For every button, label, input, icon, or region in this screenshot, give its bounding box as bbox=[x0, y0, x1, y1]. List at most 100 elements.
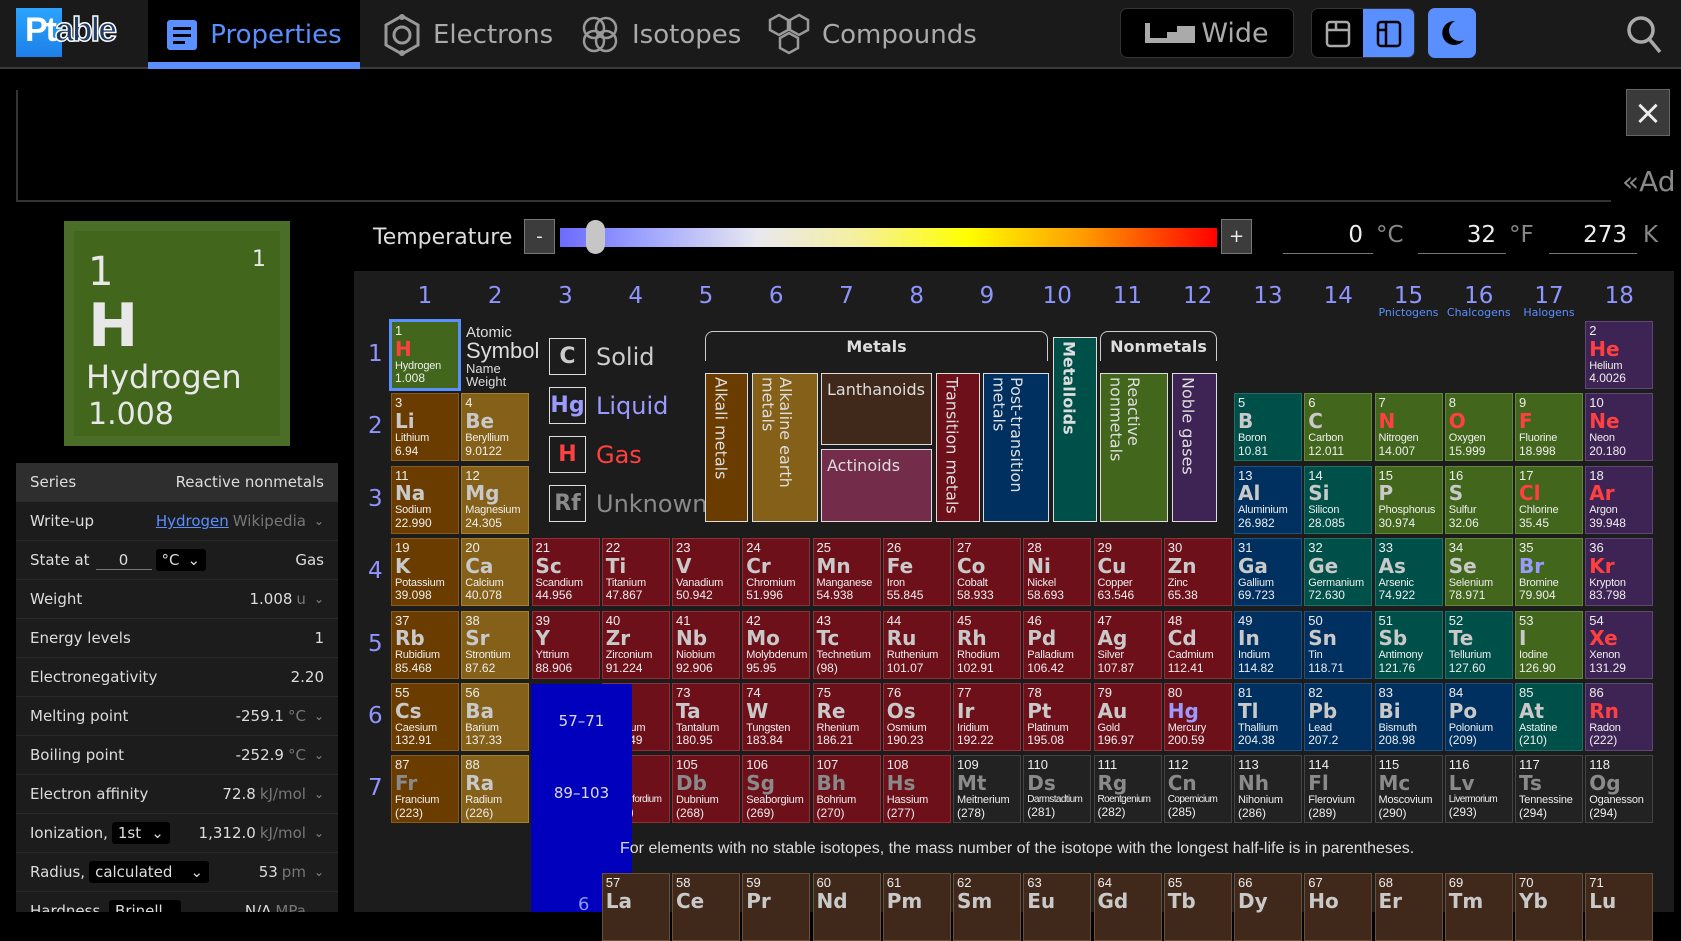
element-cell-re[interactable]: 75 Re Rhenium 186.21 bbox=[812, 683, 881, 751]
period-label[interactable]: 5 bbox=[368, 631, 383, 657]
element-cell-ta[interactable]: 73 Ta Tantalum 180.95 bbox=[672, 683, 740, 751]
state-unit-select[interactable]: °C ⌄ bbox=[155, 549, 207, 571]
writeup-link[interactable]: Hydrogen bbox=[156, 512, 229, 530]
element-cell-he[interactable]: 2 He Helium 4.0026 bbox=[1585, 321, 1654, 389]
group-header[interactable]: 10 bbox=[1022, 283, 1092, 309]
element-cell-bh[interactable]: 107 Bh Bohrium (270) bbox=[812, 755, 881, 824]
chevron-down-icon[interactable]: ⌄ bbox=[314, 865, 324, 879]
element-cell-sg[interactable]: 106 Sg Seaborgium (269) bbox=[742, 755, 811, 824]
element-cell-pt[interactable]: 78 Pt Platinum 195.08 bbox=[1023, 683, 1092, 751]
group-header[interactable]: 1 bbox=[390, 283, 460, 309]
group-header[interactable]: 11 bbox=[1093, 283, 1163, 309]
category-transition-metals[interactable]: Transition metals bbox=[936, 373, 980, 522]
category-post-transition[interactable]: Post-transition metals bbox=[983, 373, 1049, 522]
period-label[interactable]: 4 bbox=[368, 558, 383, 584]
element-cell-au[interactable]: 79 Au Gold 196.97 bbox=[1093, 683, 1162, 751]
element-cell-rh[interactable]: 45 Rh Rhodium 102.91 bbox=[953, 610, 1021, 679]
tab-compounds[interactable]: Compounds bbox=[768, 0, 977, 69]
element-cell-br[interactable]: 35 Br Bromine 79.904 bbox=[1515, 538, 1583, 607]
element-cell-at[interactable]: 85 At Astatine (210) bbox=[1515, 683, 1583, 751]
element-cell-cn[interactable]: 112 Cn Copernicium (285) bbox=[1163, 755, 1232, 824]
element-cell-c[interactable]: 6 C Carbon 12.011 bbox=[1304, 393, 1373, 462]
period-label[interactable]: 6 bbox=[368, 703, 383, 729]
chevron-down-icon[interactable]: ⌄ bbox=[314, 514, 324, 528]
group-header[interactable]: 7 bbox=[812, 283, 882, 309]
element-cell-v[interactable]: 23 V Vanadium 50.942 bbox=[672, 538, 740, 607]
element-cell-h[interactable]: 1 H Hydrogen 1.008 bbox=[389, 319, 461, 391]
ptable-logo[interactable]: Ptable bbox=[16, 8, 130, 57]
group-family-name[interactable]: Halogens bbox=[1514, 306, 1584, 319]
element-cell-ce[interactable]: 58 Ce bbox=[672, 873, 740, 941]
element-cell-o[interactable]: 8 O Oxygen 15.999 bbox=[1444, 393, 1513, 462]
element-cell-kr[interactable]: 36 Kr Krypton 83.798 bbox=[1585, 538, 1654, 607]
chevron-down-icon[interactable]: ⌄ bbox=[314, 904, 324, 912]
element-cell-ru[interactable]: 44 Ru Ruthenium 101.07 bbox=[882, 610, 951, 679]
element-cell-b[interactable]: 5 B Boron 10.81 bbox=[1234, 393, 1302, 462]
element-cell-s[interactable]: 16 S Sulfur 32.06 bbox=[1444, 465, 1513, 534]
element-cell-pm[interactable]: 61 Pm bbox=[882, 873, 951, 941]
layout-sidebar-button[interactable] bbox=[1363, 9, 1414, 57]
element-cell-na[interactable]: 11 Na Sodium 22.990 bbox=[391, 465, 459, 534]
element-cell-og[interactable]: 118 Og Oganesson (294) bbox=[1585, 755, 1654, 824]
element-cell-cu[interactable]: 29 Cu Copper 63.546 bbox=[1093, 538, 1162, 607]
group-header[interactable]: 3 bbox=[531, 283, 601, 309]
temperature-slider-handle[interactable] bbox=[586, 220, 606, 254]
element-cell-se[interactable]: 34 Se Selenium 78.971 bbox=[1444, 538, 1513, 607]
element-cell-zn[interactable]: 30 Zn Zinc 65.38 bbox=[1163, 538, 1232, 607]
element-cell-tc[interactable]: 43 Tc Technetium (98) bbox=[812, 610, 881, 679]
group-header[interactable]: 14 bbox=[1303, 283, 1373, 309]
group-header[interactable]: 12 bbox=[1163, 283, 1233, 309]
element-cell-ar[interactable]: 18 Ar Argon 39.948 bbox=[1585, 465, 1654, 534]
group-family-name[interactable]: Pnictogens bbox=[1374, 306, 1444, 319]
state-legend-liquid[interactable]: Hg Liquid bbox=[549, 387, 668, 424]
writeup-source[interactable]: Wikipedia bbox=[233, 512, 306, 530]
element-cell-ir[interactable]: 77 Ir Iridium 192.22 bbox=[953, 683, 1021, 751]
chevron-down-icon[interactable]: ⌄ bbox=[314, 826, 324, 840]
chevron-down-icon[interactable]: ⌄ bbox=[314, 748, 324, 762]
element-cell-ne[interactable]: 10 Ne Neon 20.180 bbox=[1585, 393, 1654, 462]
element-cell-sr[interactable]: 38 Sr Strontium 87.62 bbox=[461, 610, 530, 679]
category-reactive-nonmetals[interactable]: Reactive nonmetals bbox=[1100, 373, 1168, 522]
metals-header[interactable]: Metals bbox=[705, 331, 1048, 361]
element-cell-k[interactable]: 19 K Potassium 39.098 bbox=[391, 538, 459, 607]
group-header[interactable]: 4 bbox=[601, 283, 671, 309]
element-cell-ca[interactable]: 20 Ca Calcium 40.078 bbox=[461, 538, 530, 607]
wide-layout-button[interactable]: Wide bbox=[1120, 8, 1294, 58]
element-cell-tm[interactable]: 69 Tm bbox=[1444, 873, 1513, 941]
element-cell-hg[interactable]: 80 Hg Mercury 200.59 bbox=[1163, 683, 1232, 751]
group-header[interactable]: 8 bbox=[882, 283, 952, 309]
element-cell-nh[interactable]: 113 Nh Nihonium (286) bbox=[1234, 755, 1302, 824]
element-cell-dy[interactable]: 66 Dy bbox=[1234, 873, 1302, 941]
group-header[interactable]: 6 bbox=[741, 283, 811, 309]
element-cell-ds[interactable]: 110 Ds Darmstadtium (281) bbox=[1023, 755, 1092, 824]
element-cell-li[interactable]: 3 Li Lithium 6.94 bbox=[391, 393, 459, 462]
period-label[interactable]: 3 bbox=[368, 486, 383, 512]
element-cell-rb[interactable]: 37 Rb Rubidium 85.468 bbox=[391, 610, 459, 679]
element-cell-mg[interactable]: 12 Mg Magnesium 24.305 bbox=[461, 465, 530, 534]
tab-properties[interactable]: Properties bbox=[148, 0, 360, 69]
category-metalloids[interactable]: Metalloids bbox=[1053, 337, 1097, 522]
element-cell-fe[interactable]: 26 Fe Iron 55.845 bbox=[882, 538, 951, 607]
element-cell-ge[interactable]: 32 Ge Germanium 72.630 bbox=[1304, 538, 1373, 607]
element-cell-lv[interactable]: 116 Lv Livermorium (293) bbox=[1444, 755, 1513, 824]
element-cell-as[interactable]: 33 As Arsenic 74.922 bbox=[1374, 538, 1443, 607]
element-cell-p[interactable]: 15 P Phosphorus 30.974 bbox=[1374, 465, 1443, 534]
element-cell-ni[interactable]: 28 Ni Nickel 58.693 bbox=[1023, 538, 1092, 607]
element-cell-mt[interactable]: 109 Mt Meitnerium (278) bbox=[953, 755, 1021, 824]
ad-close-button[interactable]: × bbox=[1626, 89, 1670, 136]
element-cell-i[interactable]: 53 I Iodine 126.90 bbox=[1515, 610, 1583, 679]
element-cell-lu[interactable]: 71 Lu bbox=[1585, 873, 1654, 941]
element-cell-ho[interactable]: 67 Ho bbox=[1304, 873, 1373, 941]
element-cell-gd[interactable]: 64 Gd bbox=[1093, 873, 1162, 941]
group-header[interactable]: 13 bbox=[1233, 283, 1303, 309]
element-cell-bi[interactable]: 83 Bi Bismuth 208.98 bbox=[1374, 683, 1443, 751]
state-legend-gas[interactable]: H Gas bbox=[549, 436, 642, 473]
group-header[interactable]: 2 bbox=[460, 283, 530, 309]
element-cell-cd[interactable]: 48 Cd Cadmium 112.41 bbox=[1163, 610, 1232, 679]
element-cell-rg[interactable]: 111 Rg Roentgenium (282) bbox=[1093, 755, 1162, 824]
element-cell-ts[interactable]: 117 Ts Tennessine (294) bbox=[1515, 755, 1583, 824]
temperature-increase-button[interactable]: + bbox=[1221, 219, 1252, 254]
category-lanthanoids[interactable]: Lanthanoids bbox=[821, 373, 932, 445]
element-cell-w[interactable]: 74 W Tungsten 183.84 bbox=[742, 683, 811, 751]
element-cell-tl[interactable]: 81 Tl Thallium 204.38 bbox=[1234, 683, 1302, 751]
